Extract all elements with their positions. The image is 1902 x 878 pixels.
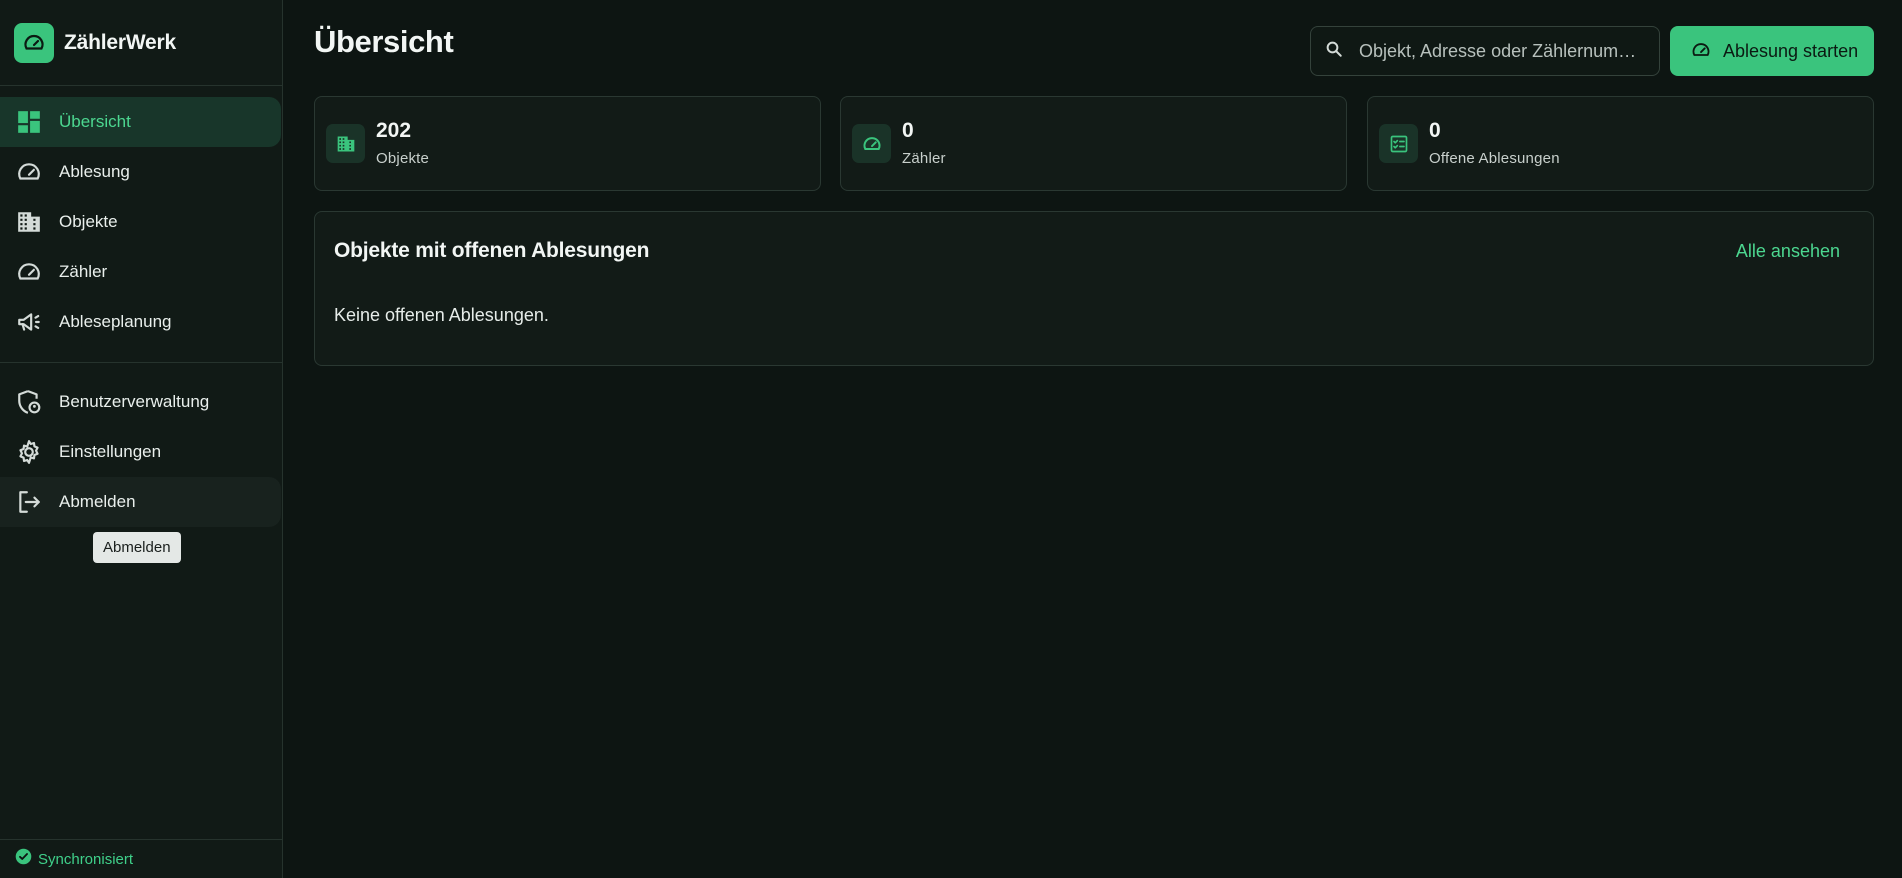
sidebar-item-ableseplanung[interactable]: Ableseplanung xyxy=(0,297,281,347)
sync-status: Synchronisiert xyxy=(0,839,283,878)
sidebar-item-label: Ablesung xyxy=(59,162,130,181)
sidebar-item-zaehler[interactable]: Zähler xyxy=(0,247,281,297)
nav-divider xyxy=(0,362,282,363)
meter-icon xyxy=(15,258,43,286)
stat-label: Zähler xyxy=(902,150,946,167)
tooltip: Abmelden xyxy=(93,532,181,563)
stat-value: 0 xyxy=(1429,119,1441,142)
main-nav: Übersicht Ablesung Objekte Zähler Ablese… xyxy=(0,86,282,527)
sidebar-item-uebersicht[interactable]: Übersicht xyxy=(0,97,281,147)
stat-card-objekte: 202 Objekte xyxy=(314,96,821,191)
gauge-icon xyxy=(852,124,891,163)
sidebar-item-label: Objekte xyxy=(59,212,118,231)
sidebar-item-label: Zähler xyxy=(59,262,108,281)
sidebar-item-label: Benutzerverwaltung xyxy=(59,392,210,411)
panel-title: Objekte mit offenen Ablesungen xyxy=(334,239,650,262)
sidebar-item-ablesung[interactable]: Ablesung xyxy=(0,147,281,197)
sync-status-label: Synchronisiert xyxy=(38,850,134,868)
stat-label: Offene Ablesungen xyxy=(1429,150,1560,167)
open-readings-panel: Objekte mit offenen Ablesungen Alle anse… xyxy=(314,211,1874,366)
sidebar-item-label: Übersicht xyxy=(59,112,131,131)
admin-shield-icon xyxy=(15,388,43,416)
sidebar: ZählerWerk Übersicht Ablesung Objekte Zä… xyxy=(0,0,283,878)
checklist-icon xyxy=(1379,124,1418,163)
building-icon xyxy=(15,208,43,236)
dashboard-icon xyxy=(15,108,43,136)
gauge-icon xyxy=(15,158,43,186)
page-title: Übersicht xyxy=(314,24,454,59)
stat-value: 0 xyxy=(902,119,914,142)
search-input[interactable] xyxy=(1359,40,1649,62)
stat-label: Objekte xyxy=(376,150,430,167)
stat-card-offene-ablesungen: 0 Offene Ablesungen xyxy=(1367,96,1874,191)
search-icon xyxy=(1325,40,1343,63)
empty-state-text: Keine offenen Ablesungen. xyxy=(334,305,549,325)
sidebar-item-einstellungen[interactable]: Einstellungen xyxy=(0,427,281,477)
sidebar-item-objekte[interactable]: Objekte xyxy=(0,197,281,247)
brand: ZählerWerk xyxy=(0,0,282,86)
sidebar-item-label: Einstellungen xyxy=(59,442,162,461)
app-name: ZählerWerk xyxy=(64,30,176,54)
start-reading-label: Ablesung starten xyxy=(1723,40,1859,61)
check-circle-icon xyxy=(15,848,32,870)
search-box xyxy=(1310,26,1660,76)
logout-icon xyxy=(15,488,43,516)
start-reading-button[interactable]: Ablesung starten xyxy=(1670,26,1874,76)
sidebar-item-benutzerverwaltung[interactable]: Benutzerverwaltung xyxy=(0,377,281,427)
stat-value: 202 xyxy=(376,119,412,142)
megaphone-icon xyxy=(15,308,43,336)
gear-icon xyxy=(15,438,43,466)
sidebar-item-label: Abmelden xyxy=(59,492,136,511)
gauge-icon xyxy=(1691,40,1711,63)
stat-card-zaehler: 0 Zähler xyxy=(840,96,1347,191)
sidebar-item-label: Ableseplanung xyxy=(59,312,172,331)
view-all-link[interactable]: Alle ansehen xyxy=(1736,241,1840,262)
building-icon xyxy=(326,124,365,163)
gauge-logo-icon xyxy=(14,22,54,63)
sidebar-item-abmelden[interactable]: Abmelden xyxy=(0,477,281,527)
